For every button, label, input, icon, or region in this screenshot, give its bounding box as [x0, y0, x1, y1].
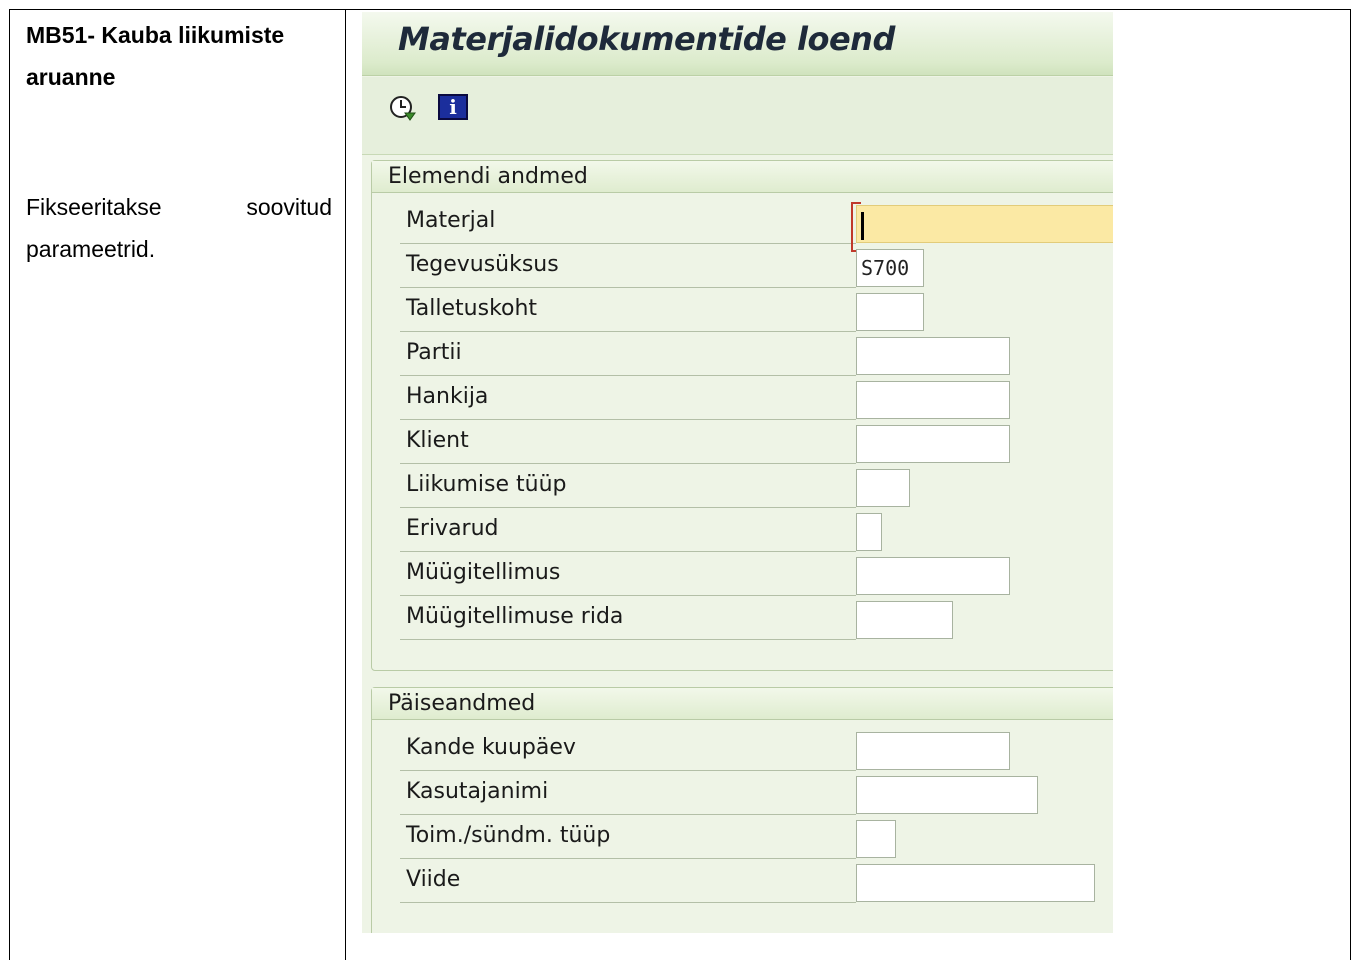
field-row-erivarud: Erivarud — [390, 510, 1113, 554]
liikumise-tuup-input[interactable] — [856, 469, 910, 507]
field-label: Müügitellimus — [406, 560, 561, 585]
field-label: Müügitellimuse rida — [406, 604, 624, 629]
field-row-partii: Partii — [390, 334, 1113, 378]
group-header: Elemendi andmed — [372, 161, 1113, 193]
field-label: Kasutajanimi — [406, 779, 549, 804]
table-column-divider — [345, 9, 346, 960]
toim-sundm-tuup-input[interactable] — [856, 820, 896, 858]
field-row-kande-kuupaev: Kande kuupäev — [390, 729, 1113, 773]
materjal-input[interactable] — [851, 202, 1113, 252]
transaction-code: MB51 — [26, 22, 88, 48]
field-row-tegevusuksus: Tegevusüksus S700 — [390, 246, 1113, 290]
step-heading: MB51- Kauba liikumiste aruanne — [26, 14, 332, 98]
field-label: Materjal — [406, 208, 496, 233]
row-divider — [400, 287, 856, 288]
field-label: Liikumise tüüp — [406, 472, 567, 497]
field-label: Viide — [406, 867, 461, 892]
field-label: Klient — [406, 428, 469, 453]
execute-clock-icon[interactable] — [388, 93, 418, 123]
viide-input[interactable] — [856, 864, 1095, 902]
group-header: Päiseandmed — [372, 688, 1113, 720]
field-label: Kande kuupäev — [406, 735, 576, 760]
partii-input[interactable] — [856, 337, 1010, 375]
step-description: Fikseeritakse soovitud parameetrid. — [26, 194, 332, 262]
row-divider — [400, 814, 856, 815]
row-divider — [400, 770, 856, 771]
field-row-muugitellimuse-rida: Müügitellimuse rida — [390, 598, 1113, 642]
kande-kuupaev-input[interactable] — [856, 732, 1010, 770]
text-cursor — [861, 212, 864, 240]
field-label: Tegevusüksus — [406, 252, 559, 277]
tegevusuksus-input[interactable]: S700 — [856, 249, 924, 287]
field-label: Erivarud — [406, 516, 499, 541]
field-row-materjal: Materjal — [390, 202, 1113, 252]
sap-title-bar: Materjalidokumentide loend — [362, 12, 1113, 76]
sap-application-toolbar — [362, 77, 1113, 155]
field-label: Partii — [406, 340, 462, 365]
row-divider — [400, 243, 856, 244]
row-divider — [400, 419, 856, 420]
information-icon[interactable]: i — [438, 94, 468, 120]
sap-screenshot: Materjalidokumentide loend i Elemendi an… — [362, 12, 1113, 933]
sap-screen-title: Materjalidokumentide loend — [398, 20, 895, 58]
field-row-viide: Viide — [390, 861, 1113, 905]
row-divider — [400, 331, 856, 332]
field-row-talletuskoht: Talletuskoht — [390, 290, 1113, 334]
field-row-muugitellimus: Müügitellimus — [390, 554, 1113, 598]
row-divider — [400, 639, 856, 640]
row-divider — [400, 858, 856, 859]
field-label: Talletuskoht — [406, 296, 538, 321]
kasutajanimi-input[interactable] — [856, 776, 1038, 814]
row-divider — [400, 463, 856, 464]
field-row-kasutajanimi: Kasutajanimi — [390, 773, 1113, 817]
field-row-klient: Klient — [390, 422, 1113, 466]
row-divider — [400, 902, 856, 903]
muugitellimuse-rida-input[interactable] — [856, 601, 953, 639]
field-label: Hankija — [406, 384, 489, 409]
row-divider — [400, 595, 856, 596]
erivarud-input[interactable] — [856, 513, 882, 551]
row-divider — [400, 551, 856, 552]
muugitellimus-input[interactable] — [856, 557, 1010, 595]
field-label: Toim./sündm. tüüp — [406, 823, 611, 848]
row-divider — [400, 507, 856, 508]
field-row-liikumise-tuup: Liikumise tüüp — [390, 466, 1113, 510]
klient-input[interactable] — [856, 425, 1010, 463]
field-row-hankija: Hankija — [390, 378, 1113, 422]
hankija-input[interactable] — [856, 381, 1010, 419]
talletuskoht-input[interactable] — [856, 293, 924, 331]
row-divider — [400, 375, 856, 376]
field-row-toim-sundm-tuup: Toim./sündm. tüüp — [390, 817, 1113, 861]
